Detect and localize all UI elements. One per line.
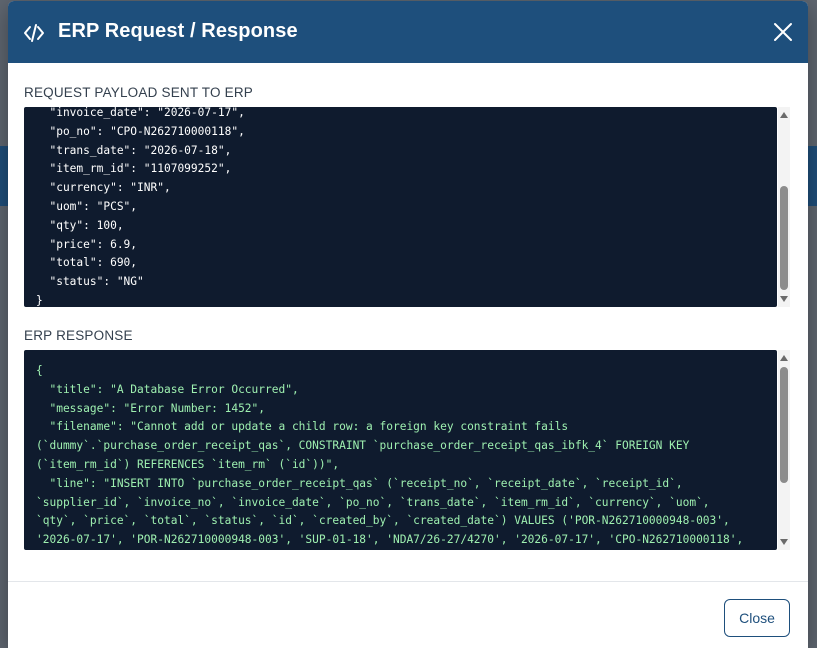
response-line: "filename": "Cannot add or update a chil… (36, 420, 569, 434)
request-line: "qty": 100, (36, 218, 124, 232)
close-icon[interactable] (773, 22, 793, 42)
response-code: { "title": "A Database Error Occurred", … (36, 362, 743, 550)
response-line: "message": "Error Number: 1452", (36, 401, 266, 415)
request-line: "invoice_date": "2026-07-17", (36, 107, 245, 119)
scroll-up-icon[interactable] (780, 355, 788, 361)
response-line: "line": "INSERT INTO `purchase_order_rec… (36, 476, 683, 490)
code-icon (24, 24, 44, 42)
modal-title: ERP Request / Response (58, 20, 298, 42)
modal-header: ERP Request / Response (8, 1, 808, 63)
request-scrollbar[interactable] (778, 107, 790, 307)
response-line: (`item_rm_id`) REFERENCES `item_rm` (`id… (36, 457, 340, 471)
request-section-label: REQUEST PAYLOAD SENT TO ERP (24, 85, 253, 100)
request-line: "uom": "PCS", (36, 199, 138, 213)
response-line: "title": "A Database Error Occurred", (36, 382, 299, 396)
request-line: "total": 690, (36, 256, 138, 270)
response-line: (`dummy`.`purchase_order_receipt_qas`, C… (36, 439, 690, 453)
request-line: "trans_date": "2026-07-18", (36, 143, 232, 157)
footer-divider (8, 581, 808, 582)
request-line: "item_rm_id": "1107099252", (36, 162, 232, 176)
request-line: "status": "NG" (36, 275, 144, 289)
request-line: } (36, 293, 43, 307)
response-line: { (36, 364, 43, 377)
request-payload-code: "invoice_date": "2026-07-17", "po_no": "… (36, 107, 245, 307)
response-line: '2026-07-17', 'POR-N262710000948-003', '… (36, 533, 744, 547)
close-button[interactable]: Close (724, 599, 790, 637)
scroll-down-icon[interactable] (780, 539, 788, 545)
response-scroll-thumb[interactable] (780, 367, 788, 483)
response-box[interactable]: { "title": "A Database Error Occurred", … (24, 350, 777, 550)
request-line: "currency": "INR", (36, 181, 171, 195)
response-line: `qty`, `price`, `total`, `status`, `id`,… (36, 514, 730, 528)
scroll-up-icon[interactable] (780, 112, 788, 118)
request-line: "price": 6.9, (36, 237, 138, 251)
response-section-label: ERP RESPONSE (24, 328, 133, 343)
erp-request-response-modal: ERP Request / Response REQUEST PAYLOAD S… (8, 1, 808, 648)
response-scrollbar[interactable] (778, 350, 790, 550)
response-line: `supplier_id`, `invoice_no`, `invoice_da… (36, 495, 710, 509)
request-payload-box[interactable]: "invoice_date": "2026-07-17", "po_no": "… (24, 107, 777, 307)
request-scroll-thumb[interactable] (780, 186, 788, 290)
scroll-down-icon[interactable] (780, 296, 788, 302)
request-line: "po_no": "CPO-N262710000118", (36, 124, 245, 138)
